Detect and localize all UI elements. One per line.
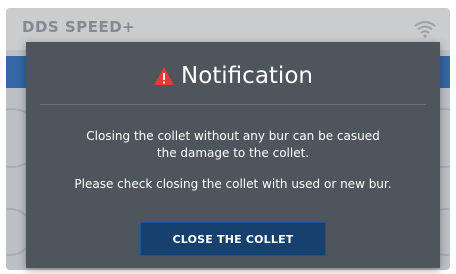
notification-dialog: Notification Closing the collet without … (26, 42, 440, 268)
dialog-message-line-1: Closing the collet without any bur can b… (86, 129, 380, 143)
dialog-message-line-3: Please check closing the collet with use… (74, 177, 392, 191)
dialog-header: Notification (26, 56, 440, 96)
dialog-title: Notification (181, 63, 313, 89)
warning-icon (154, 67, 174, 85)
dialog-message-line-2: the damage to the collet. (156, 146, 310, 160)
dialog-divider (40, 104, 426, 105)
close-collet-button[interactable]: CLOSE THE COLLET (140, 222, 326, 256)
